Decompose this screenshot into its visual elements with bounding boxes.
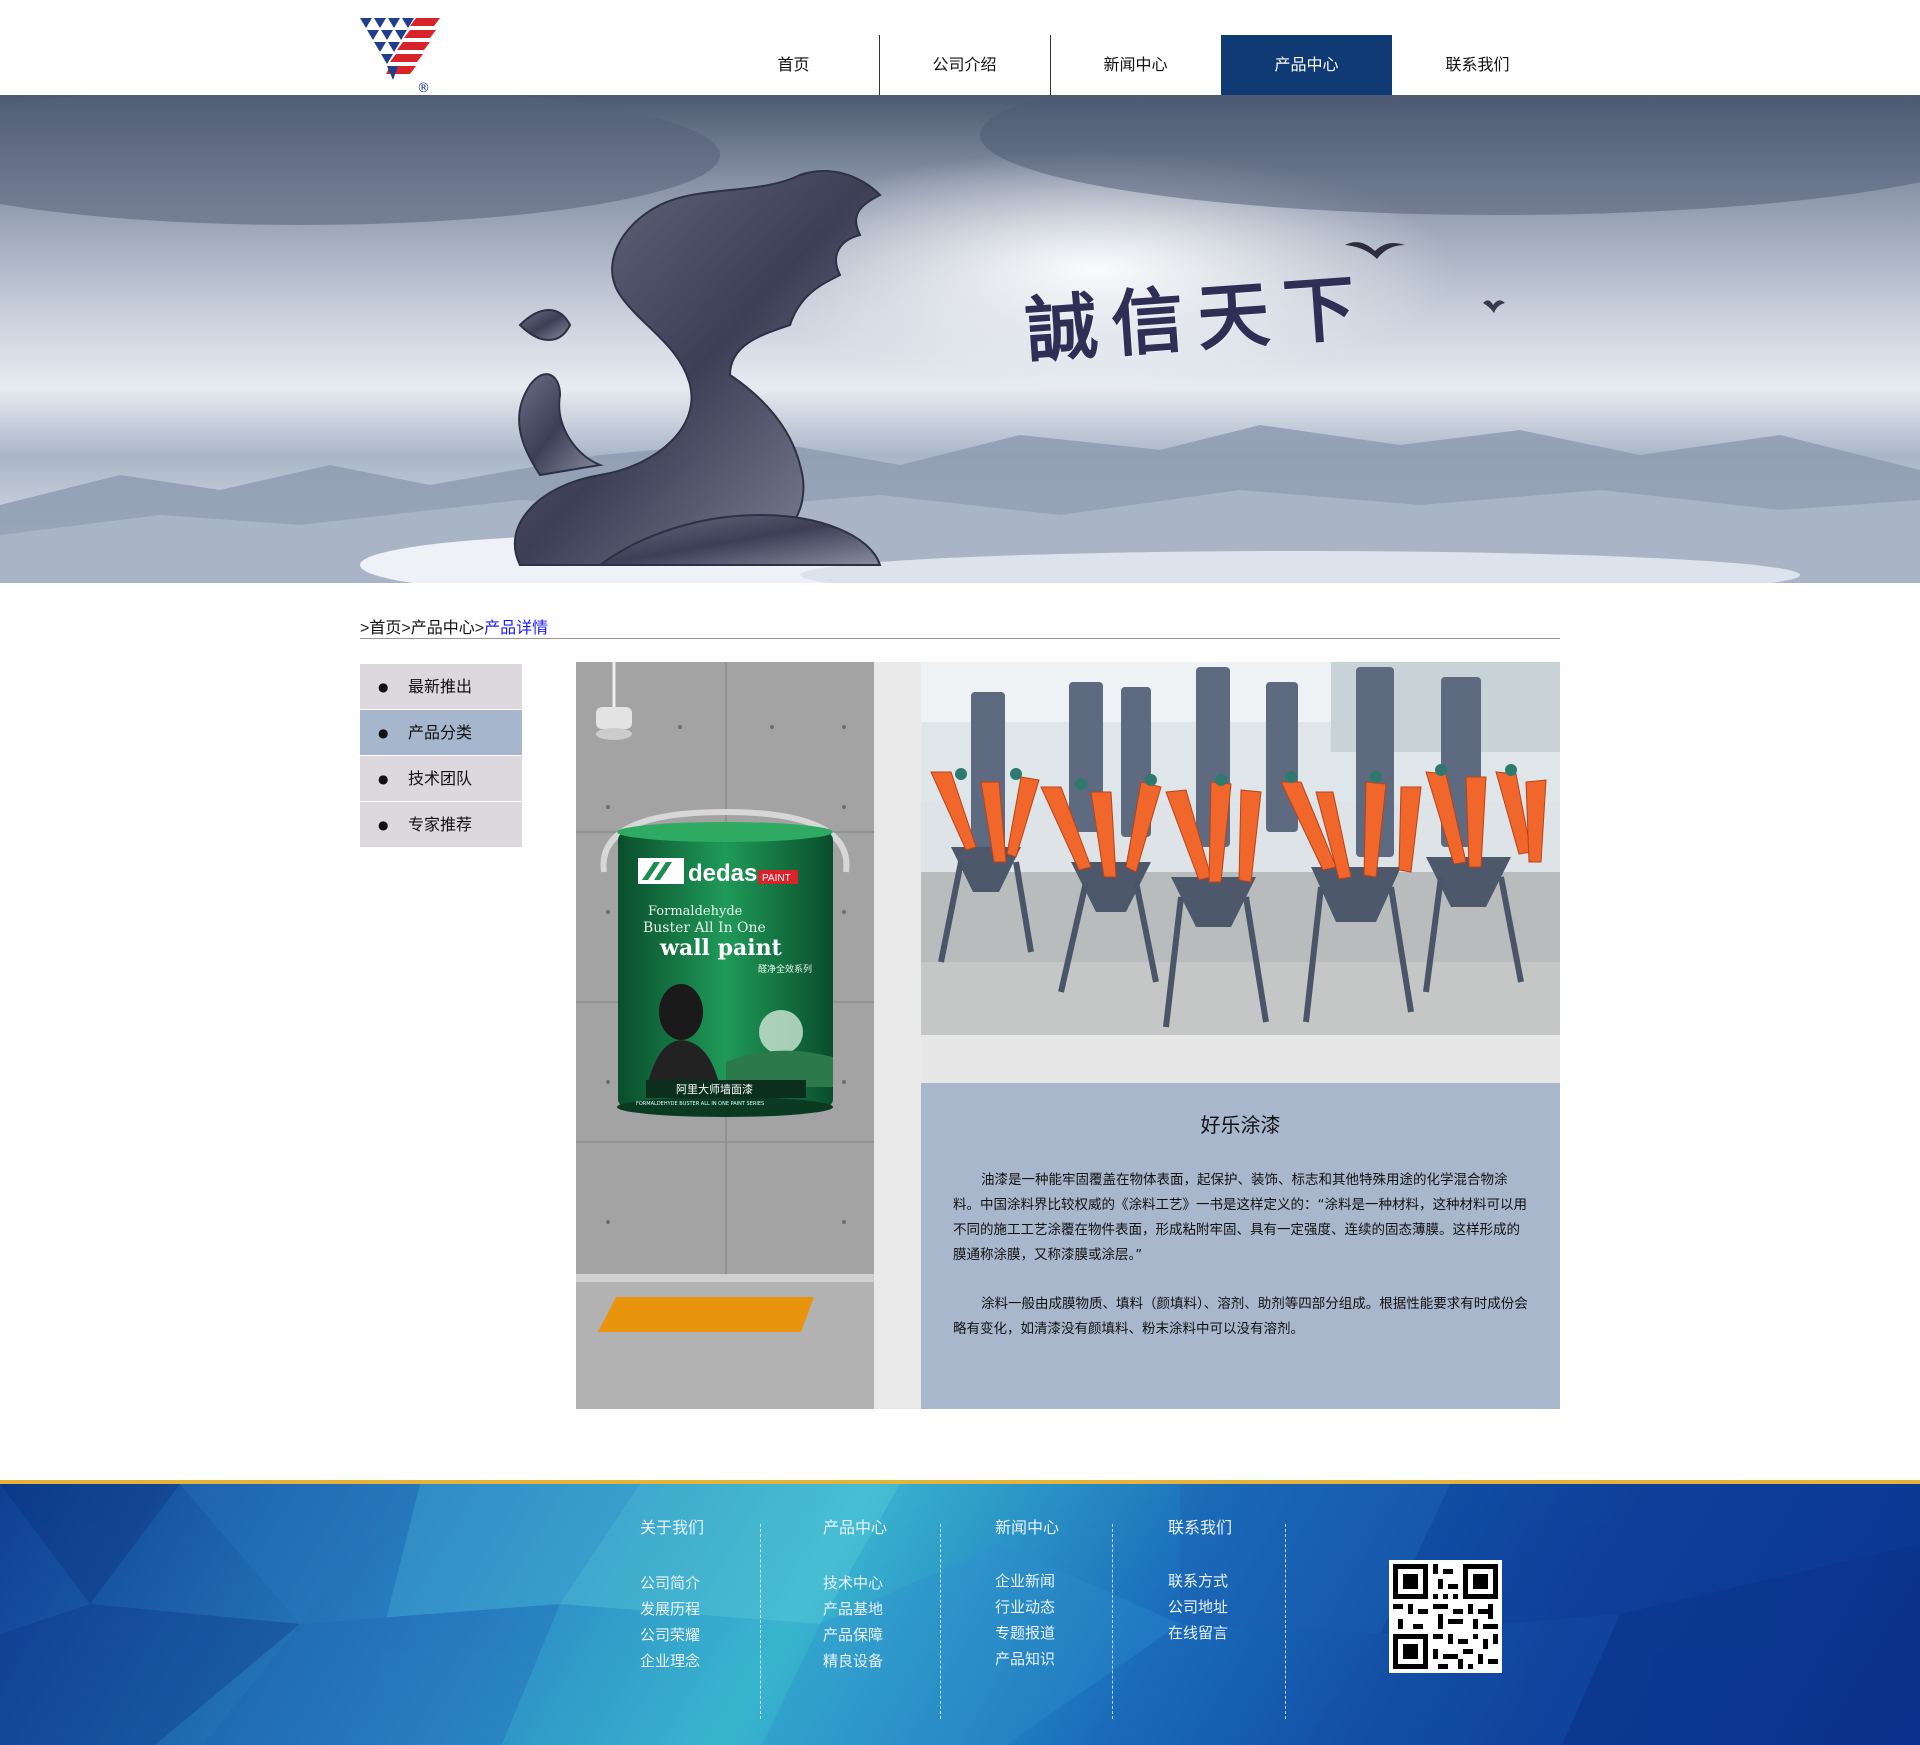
bullet-icon: ● [378,771,389,786]
sidebar-item-team[interactable]: ● 技术团队 [360,756,522,802]
footer-divider [940,1524,941,1719]
sidebar-item-label: 最新推出 [408,676,473,696]
equipment-photo[interactable] [921,662,1560,1035]
nav-products[interactable]: 产品中心 [1221,35,1392,95]
breadcrumb: >首页>产品中心>产品详情 [360,614,1560,639]
footer-link[interactable]: 产品保障 [823,1622,995,1648]
product-description: 好乐涂漆 油漆是一种能牢固覆盖在物体表面，起保护、装饰、标志和其他特殊用途的化学… [921,1083,1560,1409]
footer-link[interactable]: 专题报道 [995,1620,1167,1646]
footer-link[interactable]: 产品知识 [995,1646,1167,1672]
hero-banner: 誠信天下 [0,95,1920,583]
main-nav: 首页 公司介绍 新闻中心 产品中心 联系我们 [708,35,1563,95]
footer-link[interactable]: 发展历程 [640,1596,812,1622]
footer-link[interactable]: 在线留言 [1168,1620,1340,1646]
nav-contact[interactable]: 联系我们 [1392,35,1563,95]
sidebar-item-categories[interactable]: ● 产品分类 [360,710,522,756]
can-cn-line: 醛净全效系列 [758,963,812,975]
footer-heading[interactable]: 新闻中心 [995,1518,1167,1538]
footer-col-news: 新闻中心 企业新闻 行业动态 专题报道 产品知识 [995,1518,1167,1696]
bullet-icon: ● [378,817,389,832]
footer-divider [760,1524,761,1719]
footer-link[interactable]: 产品基地 [823,1596,995,1622]
bullet-icon: ● [378,679,389,694]
nav-about[interactable]: 公司介绍 [879,35,1050,95]
can-brand: dedas [688,860,757,887]
breadcrumb-separator: > [360,620,370,637]
description-paragraph: 涂料一般由成膜物质、填料（颜填料）、溶剂、助剂等四部分组成。根据性能要求有时成份… [953,1296,1528,1337]
bullet-icon: ● [378,725,389,740]
sidebar-menu: ● 最新推出 ● 产品分类 ● 技术团队 ● 专家推荐 [360,664,522,848]
footer-heading[interactable]: 产品中心 [823,1518,995,1538]
can-line-3: wall paint [659,935,783,961]
footer-link[interactable]: 企业新闻 [995,1568,1167,1594]
breadcrumb-home[interactable]: 首页 [369,620,401,637]
breadcrumb-separator: > [474,620,485,637]
breadcrumb-products[interactable]: 产品中心 [411,620,475,637]
footer-link[interactable]: 公司荣耀 [640,1622,812,1648]
footer-divider [1285,1524,1286,1719]
footer-link[interactable]: 企业理念 [640,1648,812,1674]
site-header: ® 首页 公司介绍 新闻中心 产品中心 联系我们 [0,0,1920,96]
footer-heading[interactable]: 关于我们 [640,1518,812,1538]
paint-bucket-illustration: dedas PAINT Formaldehyde Buster All In O… [576,662,874,1409]
footer-col-products: 产品中心 技术中心 产品基地 产品保障 精良设备 [823,1518,995,1696]
footer-link[interactable]: 精良设备 [823,1648,995,1674]
can-line-1: Formaldehyde [648,904,743,919]
footer-link[interactable]: 行业动态 [995,1594,1167,1620]
sidebar-item-label: 专家推荐 [408,814,473,834]
divider-strip [874,662,921,1409]
footer-link[interactable]: 公司地址 [1168,1594,1340,1620]
footer-col-contact: 联系我们 联系方式 公司地址 在线留言 [1168,1518,1340,1696]
product-image[interactable]: dedas PAINT Formaldehyde Buster All In O… [576,662,874,1409]
description-title: 好乐涂漆 [1200,1113,1281,1137]
site-footer: 关于我们 公司简介 发展历程 公司荣耀 企业理念 产品中心 技术中心 产品基地 … [0,1480,1920,1745]
sidebar-item-latest[interactable]: ● 最新推出 [360,664,522,710]
can-bottom-en: FORMALDEHYDE BUSTER ALL IN ONE PAINT SER… [636,1101,764,1107]
sidebar-item-label: 产品分类 [408,722,473,742]
can-bottom-cn: 阿里大师墙面漆 [676,1082,753,1096]
qr-code [1389,1560,1502,1673]
sidebar-item-experts[interactable]: ● 专家推荐 [360,802,522,848]
company-logo[interactable]: ® [360,18,442,96]
footer-link[interactable]: 公司简介 [640,1570,812,1596]
registered-mark: ® [417,81,430,96]
footer-divider [1112,1524,1113,1719]
can-line-2: Buster All In One [643,920,766,936]
nav-home[interactable]: 首页 [708,35,879,95]
hydrocyclone-illustration [921,662,1560,1035]
footer-link[interactable]: 联系方式 [1168,1568,1340,1594]
description-paragraph: 油漆是一种能牢固覆盖在物体表面，起保护、装饰、标志和其他特殊用途的化学混合物涂料… [953,1172,1527,1263]
footer-col-about: 关于我们 公司简介 发展历程 公司荣耀 企业理念 [640,1518,812,1696]
footer-heading[interactable]: 联系我们 [1168,1518,1340,1538]
breadcrumb-separator: > [401,620,411,637]
banner-artwork [0,95,1920,583]
can-brand-sub: PAINT [762,873,791,884]
breadcrumb-current: 产品详情 [484,620,549,637]
gray-band [921,1035,1560,1083]
footer-link[interactable]: 技术中心 [823,1570,995,1596]
nav-news[interactable]: 新闻中心 [1050,35,1221,95]
qr-code-icon [1393,1564,1498,1669]
sidebar-item-label: 技术团队 [408,768,473,788]
